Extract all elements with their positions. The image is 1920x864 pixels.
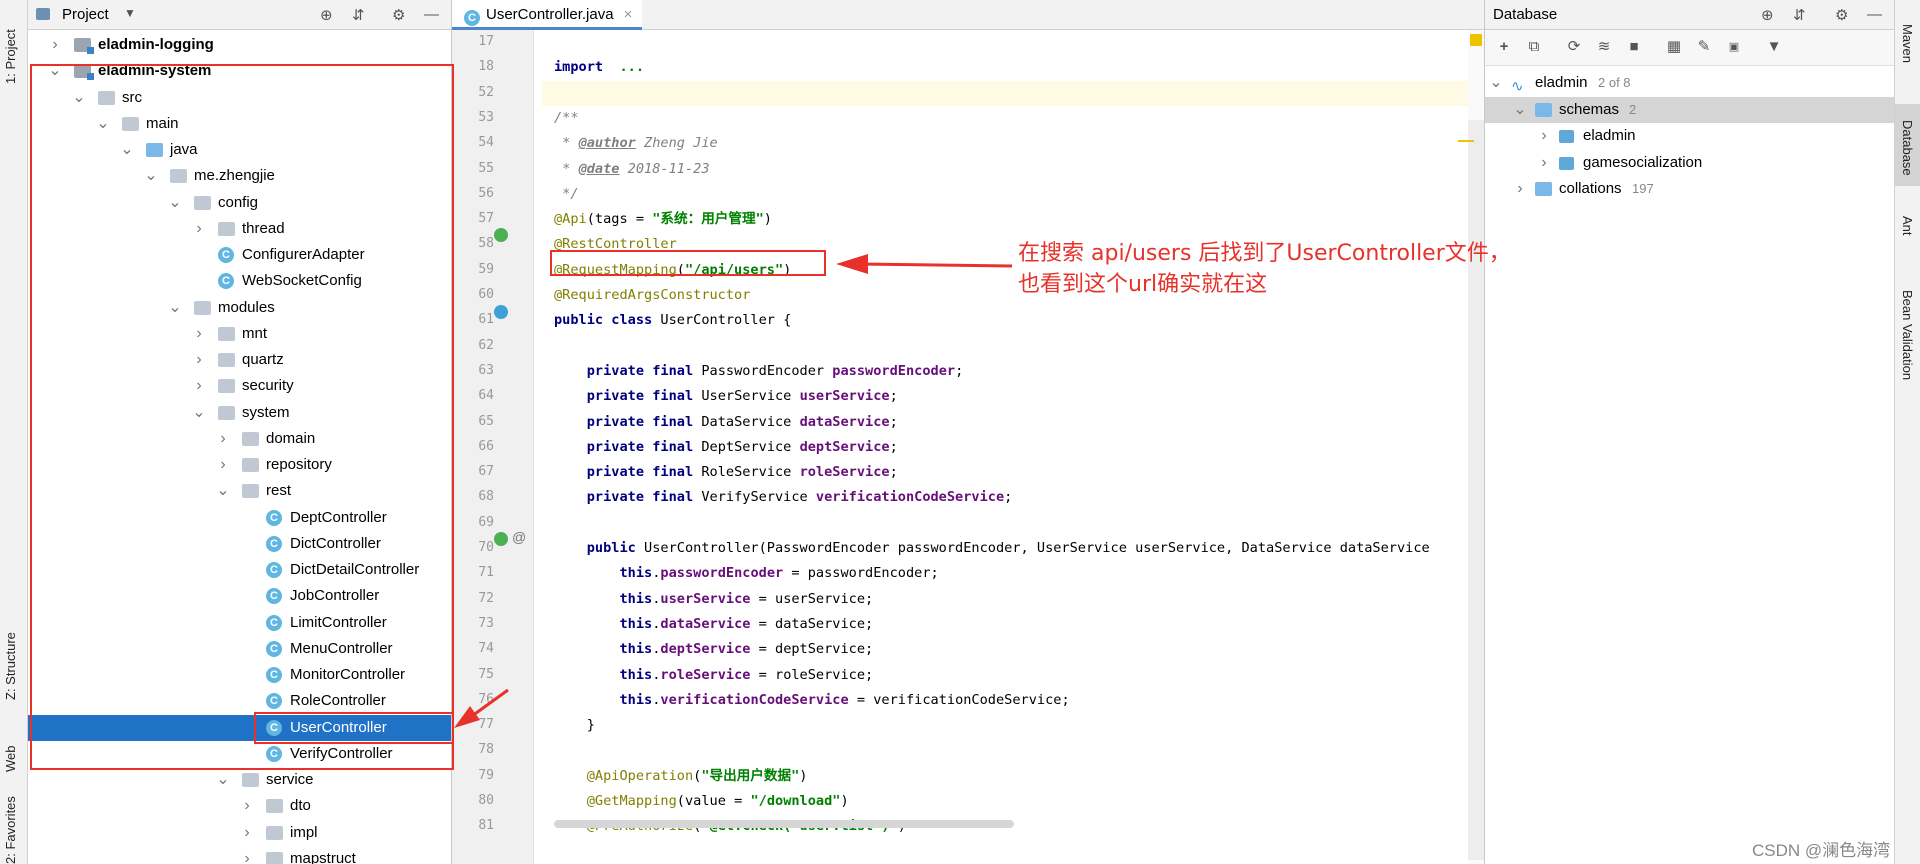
watermark: CSDN @澜色海湾 xyxy=(1752,841,1891,860)
annotation-note: 在搜索 api/users 后找到了UserController文件， 也看到这… xyxy=(1018,238,1511,300)
annotation-arrows xyxy=(454,254,1013,728)
annotation-arrow-head xyxy=(836,254,868,274)
annotation-note-line1: 在搜索 api/users 后找到了UserController文件， xyxy=(1018,241,1511,266)
annotation-arrow-line xyxy=(855,262,1013,268)
annotation-note-line2: 也看到这个url确实就在这 xyxy=(1018,272,1268,297)
annotation-arrow-head-2 xyxy=(454,706,480,728)
annotation-arrow-line-2 xyxy=(471,688,509,718)
